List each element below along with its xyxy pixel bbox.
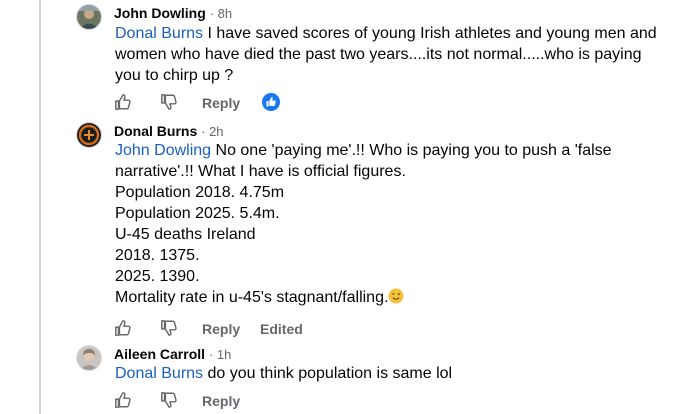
comment-body: Donal Burns I have saved scores of young… [115,23,675,86]
comment-text-line: do you think population is same lol [203,365,453,382]
comment-text-line: I have saved scores of young Irish athle… [203,25,657,42]
thumbs-up-icon[interactable] [114,391,132,409]
comment-actions: Reply Edited [114,319,334,339]
mention-link[interactable]: Donal Burns [115,25,203,42]
reply-button[interactable]: Reply [202,95,240,111]
winking-face-emoji [388,288,404,304]
thumbs-up-icon[interactable] [114,319,132,337]
reply-button[interactable]: Reply [202,321,240,337]
comment-text-line: Population 2025. 5.4m. [115,205,280,222]
timestamp[interactable]: · 1h [209,347,231,362]
comment-text-line: 2018. 1375. [115,247,200,264]
avatar[interactable] [76,345,102,371]
mention-link[interactable]: John Dowling [115,142,211,159]
author-name[interactable]: John Dowling [114,5,206,21]
timestamp[interactable]: · 2h [201,124,223,139]
reply-button[interactable]: Reply [202,393,240,409]
thumbs-up-icon[interactable] [114,93,132,111]
comment-text-line: you to chirp up ? [115,67,234,84]
timestamp[interactable]: · 8h [210,6,232,21]
thumbs-down-icon[interactable] [160,391,178,409]
avatar[interactable] [76,4,102,30]
like-reaction-icon[interactable] [262,93,280,111]
comment-actions: Reply [114,93,314,113]
thumbs-down-icon[interactable] [160,319,178,337]
comment-text-line: women who have died the past two years..… [115,46,642,63]
comment-text-line: narrative'.!! What I have is official fi… [115,163,406,180]
comment-body: John Dowling No one 'paying me'.!! Who i… [115,140,675,308]
comment-text-line: No one 'paying me'.!! Who is paying you … [211,142,612,159]
comment-body: Donal Burns do you think population is s… [115,363,675,384]
comment-meta: Donal Burns · 2h [114,123,224,139]
mention-link[interactable]: Donal Burns [115,365,203,382]
comment-text-line: 2025. 1390. [115,268,200,285]
comment-meta: John Dowling · 8h [114,5,232,21]
thumbs-down-icon[interactable] [160,93,178,111]
edited-label[interactable]: Edited [260,321,303,337]
avatar[interactable] [76,122,102,148]
comment-actions: Reply [114,391,314,411]
comment-text-line: Population 2018. 4.75m [115,184,285,201]
comment-text-line: U-45 deaths Ireland [115,226,256,243]
comment-text-line: Mortality rate in u-45's stagnant/fallin… [115,289,389,306]
author-name[interactable]: Donal Burns [114,123,197,139]
author-name[interactable]: Aileen Carroll [114,346,205,362]
comment-meta: Aileen Carroll · 1h [114,346,231,362]
thread-line [39,0,41,414]
